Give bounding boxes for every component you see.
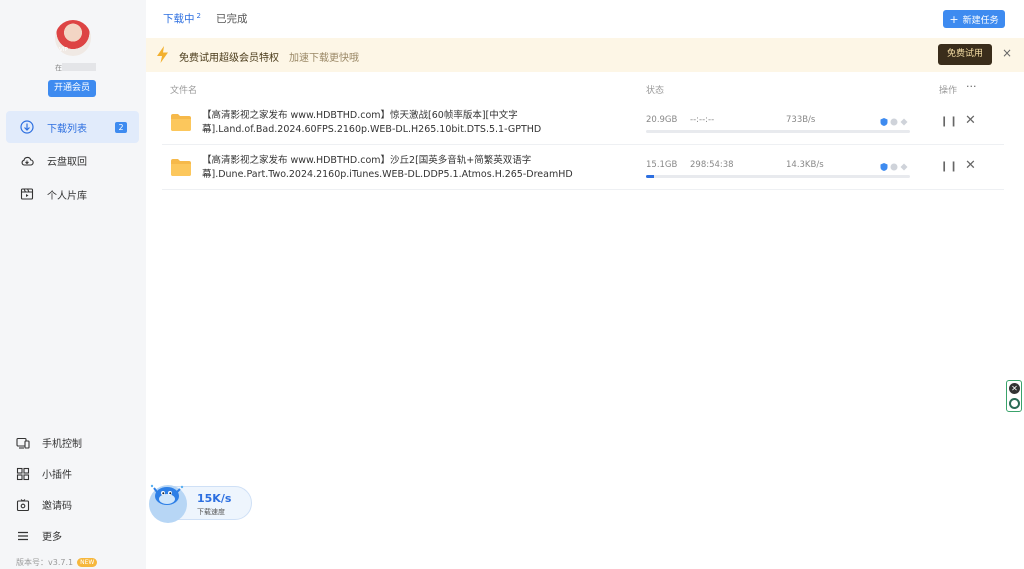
tab-downloading[interactable]: 下载中 2: [163, 11, 201, 26]
shield-icon: [880, 160, 888, 171]
shield-icon: [880, 115, 888, 126]
promo-banner: 免费试用超级会员特权 加速下载更快哦 免费试用 ×: [146, 38, 1024, 72]
new-badge: NEW: [77, 558, 98, 567]
phone-screen-icon: [16, 436, 30, 450]
speed-label: 下载速度: [197, 508, 225, 516]
tab-completed[interactable]: 已完成: [216, 11, 248, 26]
close-icon[interactable]: ×: [1002, 46, 1012, 60]
new-task-label: 新建任务: [962, 15, 999, 26]
sidebar-item-label: 个人片库: [47, 190, 87, 202]
sidebar-item-label: 云盘取回: [47, 157, 87, 168]
status-icons: [880, 160, 908, 171]
version-text: 版本号：v3.7.1: [16, 558, 74, 567]
time-remaining: --:--:--: [690, 115, 715, 125]
column-header-actions: 操作: [939, 86, 958, 96]
download-count-badge: 2: [115, 121, 127, 133]
file-size: 20.9GB: [646, 115, 678, 125]
delete-icon[interactable]: ✕: [965, 113, 976, 128]
progress-bar: [646, 175, 910, 178]
sidebar-item-label: 小插件: [42, 470, 72, 481]
pause-icon[interactable]: ❙❙: [940, 116, 959, 127]
plus-icon: +: [949, 12, 959, 26]
avatar-vip-tag: VIP: [59, 46, 68, 53]
sidebar-item-phone-control[interactable]: 手机控制: [16, 427, 82, 458]
sidebar: VIP 在 开通会员 下载列表 2 云盘取回 个人片库 手机控制 小插件 邀请码…: [0, 0, 146, 569]
tab-count: 2: [196, 11, 201, 20]
sidebar-item-label: 下载列表: [47, 123, 87, 135]
promo-title: 免费试用超级会员特权: [179, 53, 279, 64]
accelerate-icon: [890, 115, 898, 126]
extension-icon[interactable]: [1009, 398, 1020, 409]
table-row[interactable]: 【高清影视之家发布 www.HDBTHD.com】惊天激战[60帧率版本][中文…: [162, 103, 1004, 145]
close-circle-icon[interactable]: ✕: [1009, 383, 1020, 394]
node-icon: [900, 115, 908, 126]
sidebar-item-personal-library[interactable]: 个人片库: [6, 178, 139, 210]
sidebar-item-cloud-retrieve[interactable]: 云盘取回: [6, 145, 139, 177]
status-icons: [880, 115, 908, 126]
sidebar-nav: 下载列表 2 云盘取回 个人片库: [6, 111, 139, 212]
open-vip-button[interactable]: 开通会员: [48, 80, 96, 97]
node-icon: [900, 160, 908, 171]
free-trial-button[interactable]: 免费试用: [938, 44, 992, 65]
lightning-icon: [157, 46, 169, 66]
sidebar-item-label: 邀请码: [42, 501, 72, 512]
file-name: 【高清影视之家发布 www.HDBTHD.com】惊天激战[60帧率版本][中文…: [202, 110, 542, 135]
tab-label: 下载中: [163, 13, 195, 25]
time-remaining: 298:54:38: [690, 160, 734, 170]
table-row[interactable]: 【高清影视之家发布 www.HDBTHD.com】沙丘2[国英多音轨+简繁英双语…: [162, 148, 1004, 190]
new-task-button[interactable]: + 新建任务: [943, 10, 1005, 28]
file-name: 【高清影视之家发布 www.HDBTHD.com】沙丘2[国英多音轨+简繁英双语…: [202, 155, 573, 180]
sidebar-item-download-list[interactable]: 下载列表 2: [6, 111, 139, 143]
column-header-status: 状态: [646, 86, 665, 96]
menu-icon: [16, 529, 30, 543]
grid-icon: [16, 467, 30, 481]
speed-value: 15K/s: [197, 492, 232, 505]
progress-fill: [646, 175, 654, 178]
sidebar-item-label: 手机控制: [42, 439, 82, 450]
user-name: 在: [55, 64, 62, 72]
gift-icon: [16, 498, 30, 512]
download-speed: 733B/s: [786, 115, 816, 125]
pause-icon[interactable]: ❙❙: [940, 161, 959, 172]
column-header-name: 文件名: [170, 86, 198, 96]
delete-icon[interactable]: ✕: [965, 158, 976, 173]
sidebar-item-more[interactable]: 更多: [16, 520, 82, 551]
sidebar-bottom-nav: 手机控制 小插件 邀请码 更多: [16, 427, 82, 551]
cloud-icon: [20, 154, 34, 168]
progress-bar: [646, 130, 910, 133]
folder-icon: [170, 158, 192, 177]
film-library-icon: [20, 187, 34, 201]
promo-subtitle: 加速下载更快哦: [289, 53, 359, 64]
floating-toolbar[interactable]: ✕: [1006, 380, 1022, 412]
mascot-icon: [149, 480, 185, 509]
download-icon: [20, 120, 34, 134]
version-info: 版本号：v3.7.1 NEW: [16, 557, 98, 568]
more-icon[interactable]: ···: [966, 80, 977, 93]
sidebar-item-label: 更多: [42, 532, 62, 543]
file-size: 15.1GB: [646, 160, 678, 170]
sidebar-item-plugins[interactable]: 小插件: [16, 458, 82, 489]
folder-icon: [170, 113, 192, 132]
download-tabs: 下载中 2 已完成: [163, 11, 262, 26]
user-name-redacted: [62, 63, 96, 71]
download-speed: 14.3KB/s: [786, 160, 824, 170]
accelerate-icon: [890, 160, 898, 171]
avatar[interactable]: VIP: [55, 20, 91, 56]
sidebar-item-invite-code[interactable]: 邀请码: [16, 489, 82, 520]
